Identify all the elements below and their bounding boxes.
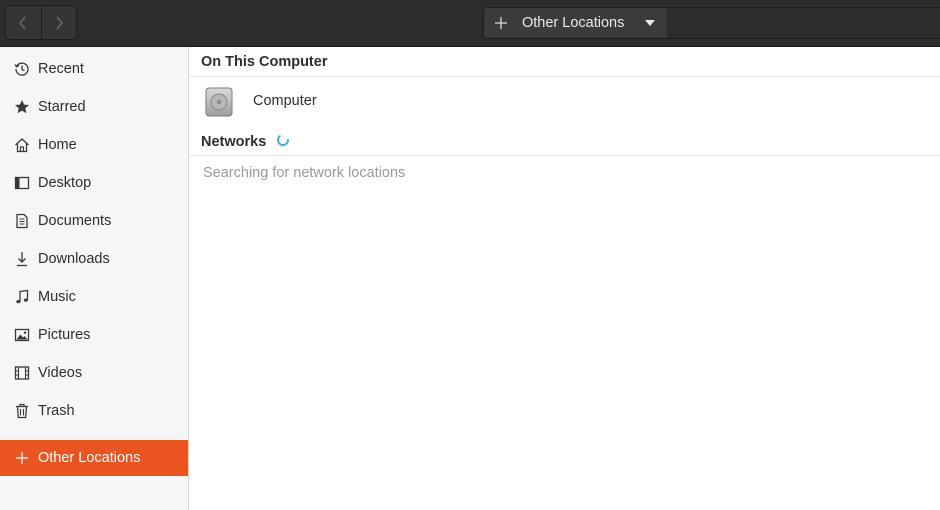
network-search-status: Searching for network locations: [203, 165, 406, 181]
sidebar-item-label: Starred: [38, 99, 86, 115]
document-icon: [14, 213, 30, 229]
location-menu-button[interactable]: [633, 20, 667, 26]
plus-icon: [484, 17, 518, 29]
back-button[interactable]: [6, 6, 41, 39]
star-icon: [14, 99, 30, 115]
clock-icon: [14, 61, 30, 77]
sidebar-item-documents[interactable]: Documents: [0, 203, 188, 239]
drive-icon: [205, 87, 233, 117]
sidebar-item-label: Documents: [38, 213, 112, 229]
desktop-icon: [14, 175, 30, 191]
home-icon: [14, 137, 30, 153]
sidebar-item-trash[interactable]: Trash: [0, 393, 188, 429]
sidebar-item-label: Music: [38, 289, 76, 305]
sidebar-item-label: Videos: [38, 365, 83, 381]
sidebar-item-label: Home: [38, 137, 77, 153]
sidebar-item-label: Pictures: [38, 327, 91, 343]
section-title-networks: Networks: [201, 134, 267, 150]
chevron-left-icon: [19, 16, 27, 29]
sidebar-item-label: Other Locations: [38, 450, 141, 466]
picture-icon: [14, 327, 30, 343]
sidebar-item-downloads[interactable]: Downloads: [0, 241, 188, 277]
sidebar-item-pictures[interactable]: Pictures: [0, 317, 188, 353]
film-icon: [14, 365, 30, 381]
header-bar: Other Locations: [0, 0, 940, 47]
location-label: Other Locations: [522, 15, 625, 31]
computer-label: Computer: [253, 93, 317, 109]
sidebar-item-videos[interactable]: Videos: [0, 355, 188, 391]
navigation-buttons: [5, 5, 77, 40]
chevron-right-icon: [56, 16, 63, 29]
triangle-down-icon: [645, 20, 655, 26]
location-path-bar[interactable]: Other Locations: [483, 7, 668, 39]
sidebar-item-label: Downloads: [38, 251, 110, 267]
music-icon: [14, 289, 30, 305]
main-content: On This Computer Computer Networks Searc…: [190, 47, 940, 510]
sidebar-item-home[interactable]: Home: [0, 127, 188, 163]
sidebar-item-label: Desktop: [38, 175, 92, 191]
download-icon: [14, 251, 30, 267]
list-item-computer[interactable]: Computer: [190, 77, 940, 125]
sidebar-item-label: Trash: [38, 403, 75, 419]
sidebar: Recent Starred Home Desktop Documents Do…: [0, 47, 189, 510]
sidebar-item-other-locations[interactable]: Other Locations: [0, 440, 188, 476]
section-title-on-this-computer: On This Computer: [201, 54, 328, 70]
trash-icon: [14, 403, 30, 419]
spinner-icon: [277, 134, 289, 146]
sidebar-item-music[interactable]: Music: [0, 279, 188, 315]
sidebar-item-label: Recent: [38, 61, 84, 77]
section-divider: [190, 155, 940, 156]
sidebar-item-starred[interactable]: Starred: [0, 89, 188, 125]
forward-button[interactable]: [40, 6, 76, 39]
path-bar-extension: [667, 7, 940, 39]
sidebar-item-recent[interactable]: Recent: [0, 51, 188, 87]
plus-icon: [14, 450, 30, 466]
sidebar-item-desktop[interactable]: Desktop: [0, 165, 188, 201]
